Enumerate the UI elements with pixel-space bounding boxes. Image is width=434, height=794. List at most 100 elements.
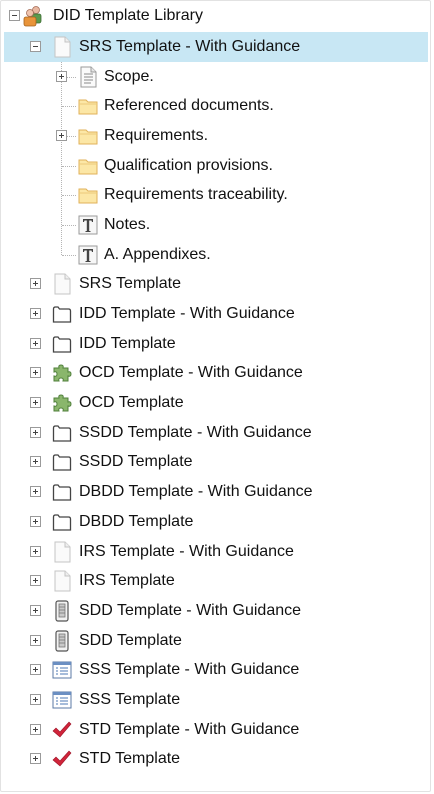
tree-node-label: DBDD Template bbox=[79, 512, 194, 530]
tree-guide-line bbox=[62, 254, 76, 256]
interface-icon bbox=[52, 303, 72, 325]
tree-node-label: STD Template - With Guidance bbox=[79, 720, 300, 738]
document-icon bbox=[52, 570, 72, 592]
tree-node-ocd-template-with-guidance[interactable]: OCD Template - With Guidance bbox=[0, 359, 434, 389]
tree-node-irs-template-with-guidance[interactable]: IRS Template - With Guidance bbox=[0, 537, 434, 567]
tree-node-label: Notes. bbox=[104, 215, 151, 233]
expand-toggle-icon[interactable] bbox=[30, 456, 41, 468]
tree-node-scope[interactable]: Scope. bbox=[0, 62, 434, 92]
tree-node-requirements[interactable]: Requirements. bbox=[0, 121, 434, 151]
interface-icon bbox=[52, 333, 72, 355]
expand-toggle-icon[interactable] bbox=[30, 575, 41, 587]
tree-node-label: Qualification provisions. bbox=[104, 156, 273, 174]
tree-node-label: IDD Template bbox=[79, 334, 176, 352]
tree-node-sdd-template[interactable]: SDD Template bbox=[0, 626, 434, 656]
tree-node-qualification-provisions[interactable]: Qualification provisions. bbox=[0, 151, 434, 181]
tree-root-label: DID Template Library bbox=[53, 7, 203, 24]
expand-toggle-icon[interactable] bbox=[30, 545, 41, 557]
expand-toggle-icon[interactable] bbox=[30, 634, 41, 646]
expand-toggle-icon[interactable] bbox=[30, 515, 41, 527]
tree-node-label: DBDD Template - With Guidance bbox=[79, 483, 313, 501]
people-icon bbox=[23, 5, 43, 27]
document-icon bbox=[52, 36, 72, 58]
folder-icon bbox=[78, 125, 98, 147]
expand-toggle-icon[interactable] bbox=[30, 604, 41, 616]
tree-node-label: SSS Template bbox=[79, 690, 181, 708]
collapse-toggle-icon[interactable] bbox=[9, 10, 20, 21]
puzzle-icon bbox=[52, 392, 72, 414]
collapse-toggle-icon[interactable] bbox=[30, 40, 41, 52]
tree-node-ssdd-template[interactable]: SSDD Template bbox=[0, 448, 434, 478]
list-window-icon bbox=[52, 659, 72, 681]
expand-toggle-icon[interactable] bbox=[30, 723, 41, 735]
tree-node-sss-template[interactable]: SSS Template bbox=[0, 685, 434, 715]
tree-node-label: SSS Template - With Guidance bbox=[79, 661, 300, 679]
expand-toggle-icon[interactable] bbox=[30, 486, 41, 498]
expand-toggle-icon[interactable] bbox=[30, 426, 41, 438]
tree-node-label: SRS Template - With Guidance bbox=[79, 37, 301, 55]
tree-node-label: Scope. bbox=[104, 67, 154, 85]
text-document-icon bbox=[78, 66, 98, 88]
tree-node-dbdd-template[interactable]: DBDD Template bbox=[0, 507, 434, 537]
tree-node-a-appendixes[interactable]: A. Appendixes. bbox=[0, 240, 434, 270]
tree-node-label: SSDD Template - With Guidance bbox=[79, 423, 312, 441]
interface-icon bbox=[52, 481, 72, 503]
tree-node-label: Referenced documents. bbox=[104, 97, 274, 115]
tree-guide-line bbox=[62, 224, 76, 226]
checkmark-icon bbox=[52, 748, 72, 770]
expand-toggle-icon[interactable] bbox=[56, 70, 67, 82]
tree-node-label: IDD Template - With Guidance bbox=[79, 305, 295, 323]
tree-guide-line bbox=[62, 165, 76, 167]
expand-toggle-icon[interactable] bbox=[30, 753, 41, 765]
tree-node-sss-template-with-guidance[interactable]: SSS Template - With Guidance bbox=[0, 655, 434, 685]
checkmark-icon bbox=[52, 719, 72, 741]
server-icon bbox=[52, 600, 72, 622]
expand-toggle-icon[interactable] bbox=[30, 308, 41, 320]
text-t-icon bbox=[78, 214, 98, 236]
tree-node-label: OCD Template - With Guidance bbox=[79, 364, 303, 382]
tree-node-label: Requirements. bbox=[104, 126, 209, 144]
document-icon bbox=[52, 541, 72, 563]
tree-node-dbdd-template-with-guidance[interactable]: DBDD Template - With Guidance bbox=[0, 477, 434, 507]
tree-node-sdd-template-with-guidance[interactable]: SDD Template - With Guidance bbox=[0, 596, 434, 626]
tree-node-label: SSDD Template bbox=[79, 453, 193, 471]
tree-node-std-template[interactable]: STD Template bbox=[0, 745, 434, 775]
tree-node-irs-template[interactable]: IRS Template bbox=[0, 566, 434, 596]
server-icon bbox=[52, 629, 72, 652]
tree-root-node[interactable]: DID Template Library bbox=[0, 0, 434, 32]
tree-node-idd-template-with-guidance[interactable]: IDD Template - With Guidance bbox=[0, 299, 434, 329]
tree-node-label: SRS Template bbox=[79, 275, 181, 293]
folder-icon bbox=[78, 184, 98, 206]
text-t-icon bbox=[78, 244, 98, 266]
expand-toggle-icon[interactable] bbox=[30, 337, 41, 349]
tree-node-requirements-traceability[interactable]: Requirements traceability. bbox=[0, 180, 434, 210]
tree-node-referenced-documents[interactable]: Referenced documents. bbox=[0, 91, 434, 121]
tree-node-label: SDD Template bbox=[79, 631, 182, 649]
tree-node-label: STD Template bbox=[79, 750, 181, 768]
tree-node-selected[interactable]: SRS Template - With Guidance bbox=[4, 32, 428, 62]
folder-icon bbox=[78, 155, 98, 177]
interface-icon bbox=[52, 511, 72, 533]
tree-node-label: A. Appendixes. bbox=[104, 245, 211, 263]
tree-node-notes[interactable]: Notes. bbox=[0, 210, 434, 240]
tree-node-label: OCD Template bbox=[79, 394, 184, 412]
tree-node-label: IRS Template - With Guidance bbox=[79, 542, 294, 560]
tree-node-label: SDD Template - With Guidance bbox=[79, 601, 302, 619]
expand-toggle-icon[interactable] bbox=[30, 367, 41, 379]
tree-node-label: Requirements traceability. bbox=[104, 186, 288, 204]
expand-toggle-icon[interactable] bbox=[30, 278, 41, 290]
expand-toggle-icon[interactable] bbox=[30, 397, 41, 409]
tree-node-srs-template[interactable]: SRS Template bbox=[0, 270, 434, 300]
interface-icon bbox=[52, 451, 72, 473]
tree-node-ssdd-template-with-guidance[interactable]: SSDD Template - With Guidance bbox=[0, 418, 434, 448]
document-icon bbox=[52, 273, 72, 295]
tree-node-idd-template[interactable]: IDD Template bbox=[0, 329, 434, 359]
expand-toggle-icon[interactable] bbox=[56, 129, 67, 141]
interface-icon bbox=[52, 422, 72, 444]
tree-node-ocd-template[interactable]: OCD Template bbox=[0, 388, 434, 418]
template-tree: DID Template Library SRS Template - With… bbox=[0, 0, 434, 774]
tree-node-std-template-with-guidance[interactable]: STD Template - With Guidance bbox=[0, 715, 434, 745]
expand-toggle-icon[interactable] bbox=[30, 664, 41, 676]
folder-icon bbox=[78, 95, 98, 117]
expand-toggle-icon[interactable] bbox=[30, 693, 41, 705]
